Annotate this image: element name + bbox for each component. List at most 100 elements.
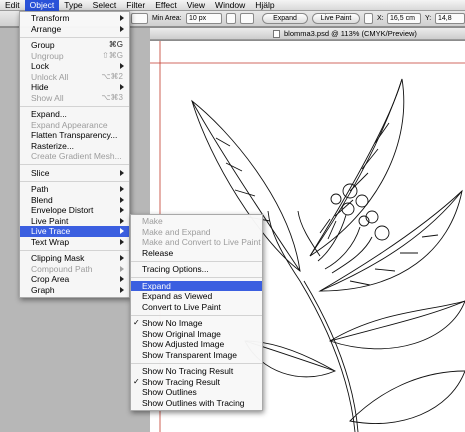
submenu-arrow-icon xyxy=(120,196,124,203)
menu-item-label: Expand as Viewed xyxy=(142,291,213,301)
menu-item-label: Show Tracing Result xyxy=(142,376,220,387)
menu-item-label: Rasterize... xyxy=(31,140,74,151)
object-menu-item-lock[interactable]: Lock xyxy=(20,61,129,72)
menu-filter[interactable]: Filter xyxy=(121,0,150,11)
submenu-arrow-icon xyxy=(120,217,124,224)
menu-item-label: Expand Appearance xyxy=(31,119,108,130)
document-icon xyxy=(273,30,280,38)
menu-item-label: Show Adjusted Image xyxy=(142,339,225,349)
submenu-arrow-icon xyxy=(120,286,124,293)
object-menu-item-hide[interactable]: Hide xyxy=(20,82,129,93)
menu-item-label: Graph xyxy=(31,284,55,295)
menu-item-label: Show Transparent Image xyxy=(142,349,237,360)
menu-item-label: Make xyxy=(142,216,163,226)
menu-select[interactable]: Select xyxy=(88,0,122,11)
live-trace-item-show-no-tracing-result[interactable]: Show No Tracing Result xyxy=(131,366,262,377)
menu-item-label: Crop Area xyxy=(31,274,70,284)
object-menu-item-text-wrap[interactable]: Text Wrap xyxy=(20,237,129,248)
menu-object[interactable]: Object xyxy=(24,0,60,11)
menu-view[interactable]: View xyxy=(182,0,210,11)
object-menu-item-expand[interactable]: Expand... xyxy=(20,109,129,120)
y-field[interactable]: 14,8 xyxy=(435,13,465,24)
menu-item-label: Expand... xyxy=(31,109,67,119)
object-menu-item-unlock-all: Unlock All ⌥⌘2 xyxy=(20,72,129,83)
live-trace-item-make-and-expand: Make and Expand xyxy=(131,227,262,238)
expand-button[interactable]: Expand xyxy=(262,13,308,24)
object-menu-item-graph[interactable]: Graph xyxy=(20,285,129,296)
live-trace-item-show-original-image[interactable]: Show Original Image xyxy=(131,329,262,340)
preset-dropdown[interactable] xyxy=(131,13,148,24)
menu-hj-lp[interactable]: Hjälp xyxy=(250,0,279,11)
live-trace-item-release[interactable]: Release xyxy=(131,248,262,259)
reference-point-icon[interactable] xyxy=(364,13,373,24)
live-trace-item-expand-as-viewed[interactable]: Expand as Viewed xyxy=(131,291,262,302)
object-menu-item-slice[interactable]: Slice xyxy=(20,168,129,179)
live-trace-item-tracing-options[interactable]: Tracing Options... xyxy=(131,264,262,275)
submenu-arrow-icon xyxy=(120,63,124,69)
menu-item-label: Release xyxy=(142,247,174,258)
y-value: 14,8 xyxy=(438,15,452,22)
live-trace-item-show-no-image[interactable]: ✓ Show No Image xyxy=(131,318,262,329)
object-menu-item-clipping-mask[interactable]: Clipping Mask xyxy=(20,253,129,264)
live-trace-item-expand[interactable]: Expand xyxy=(131,280,262,291)
menu-item-label: Lock xyxy=(31,61,49,71)
object-menu-item-create-gradient-mesh: Create Gradient Mesh... xyxy=(20,151,129,162)
object-menu-item-group[interactable]: Group ⌘G xyxy=(20,40,129,51)
object-menu-item-crop-area[interactable]: Crop Area xyxy=(20,274,129,285)
live-paint-button[interactable]: Live Paint xyxy=(312,13,360,24)
menu-item-label: Live Paint xyxy=(31,215,69,226)
submenu-arrow-icon xyxy=(120,238,124,245)
menu-separator xyxy=(131,314,262,316)
object-menu-item-arrange[interactable]: Arrange xyxy=(20,24,129,35)
menu-type[interactable]: Type xyxy=(59,0,87,11)
menu-item-label: Show Original Image xyxy=(142,328,221,339)
menu-item-label: Show All xyxy=(31,92,64,103)
document-title-bar: blomma3.psd @ 113% (CMYK/Preview) xyxy=(150,28,465,40)
object-menu-item-rasterize[interactable]: Rasterize... xyxy=(20,141,129,152)
object-menu-item-live-trace[interactable]: Live Trace xyxy=(20,226,129,237)
x-field[interactable]: 16,5 cm xyxy=(387,13,421,24)
object-menu-item-blend[interactable]: Blend xyxy=(20,195,129,206)
live-trace-item-show-adjusted-image[interactable]: Show Adjusted Image xyxy=(131,339,262,350)
y-label: Y: xyxy=(425,15,432,22)
menu-item-label: Group xyxy=(31,40,55,50)
menu-item-label: Transform xyxy=(31,13,70,23)
expand-button-label: Expand xyxy=(273,15,297,22)
live-trace-item-show-transparent-image[interactable]: Show Transparent Image xyxy=(131,350,262,361)
menu-item-label: Path xyxy=(31,184,49,194)
menu-item-label: Tracing Options... xyxy=(142,264,209,274)
menu-separator xyxy=(20,36,129,38)
min-area-field[interactable]: 10 px xyxy=(186,13,222,24)
menu-effect[interactable]: Effect xyxy=(150,0,182,11)
object-menu-item-live-paint[interactable]: Live Paint xyxy=(20,216,129,227)
live-trace-item-show-outlines[interactable]: Show Outlines xyxy=(131,387,262,398)
menu-item-label: Slice xyxy=(31,167,50,178)
menu-item-label: Expand xyxy=(142,280,171,291)
object-menu-item-transform[interactable]: Transform xyxy=(20,13,129,24)
menu-edit[interactable]: Edit xyxy=(0,0,25,11)
view-toggle-button[interactable] xyxy=(240,13,254,24)
menu-item-label: Show Outlines xyxy=(142,387,197,397)
submenu-arrow-icon xyxy=(120,15,124,21)
menu-item-label: Text Wrap xyxy=(31,236,70,247)
menu-window[interactable]: Window xyxy=(210,0,250,11)
object-menu-item-ungroup: Ungroup ⇧⌘G xyxy=(20,51,129,62)
live-trace-item-show-outlines-with-tracing[interactable]: Show Outlines with Tracing xyxy=(131,398,262,409)
menu-item-label: Flatten Transparency... xyxy=(31,130,118,140)
submenu-arrow-icon xyxy=(120,276,124,282)
object-menu-item-compound-path: Compound Path xyxy=(20,264,129,275)
menu-separator xyxy=(131,362,262,364)
trace-settings-button[interactable] xyxy=(226,13,236,24)
menu-item-label: Blend xyxy=(31,194,53,205)
object-menu-item-envelope-distort[interactable]: Envelope Distort xyxy=(20,205,129,216)
object-menu-item-path[interactable]: Path xyxy=(20,184,129,195)
document-title: blomma3.psd @ 113% (CMYK/Preview) xyxy=(284,29,417,38)
live-trace-item-convert-to-live-paint[interactable]: Convert to Live Paint xyxy=(131,302,262,313)
live-trace-item-show-tracing-result[interactable]: ✓ Show Tracing Result xyxy=(131,377,262,388)
object-menu-item-expand-appearance: Expand Appearance xyxy=(20,120,129,131)
menu-separator xyxy=(20,249,129,251)
object-menu-item-flatten-transparency[interactable]: Flatten Transparency... xyxy=(20,130,129,141)
live-trace-item-make: Make xyxy=(131,216,262,227)
submenu-arrow-icon xyxy=(120,265,124,272)
menu-item-shortcut: ⌥⌘2 xyxy=(101,71,123,81)
